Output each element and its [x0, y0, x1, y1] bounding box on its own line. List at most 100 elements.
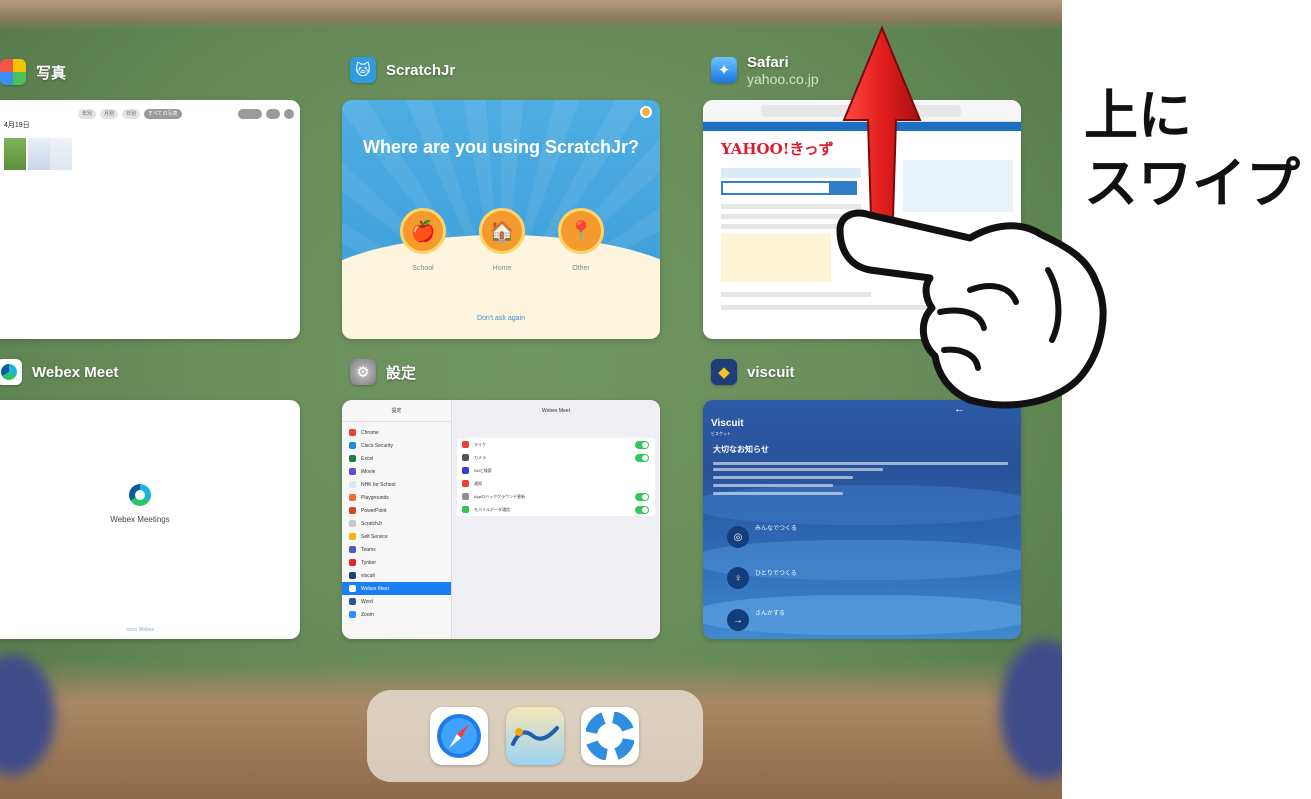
access-list: マイク カメラ Siriと検索 通知 Appのバックグラウンド更新 モバイルデー… [457, 438, 655, 516]
access-label: Appのバックグラウンド更新 [474, 493, 525, 499]
access-row-notifications[interactable]: 通知 [457, 477, 655, 490]
instruction-line-2: スワイプ [1084, 152, 1300, 215]
photos-tab[interactable]: 年別 [78, 109, 97, 119]
sidebar-item-viscuit[interactable]: viscuit [342, 569, 451, 582]
sidebar-item-playgrounds[interactable]: Playgrounds [342, 491, 451, 504]
group-create-icon[interactable]: ◎ [727, 526, 749, 548]
dont-ask-again-link[interactable]: Don't ask again [342, 315, 660, 322]
settings-gear-icon[interactable] [640, 106, 652, 118]
other-button[interactable]: 📍 [558, 208, 604, 254]
photos-action-pill[interactable] [238, 109, 262, 119]
sidebar-item-nhk[interactable]: NHK for School [342, 478, 451, 491]
app-header-safari[interactable]: ✦ Safari yahoo.co.jp [711, 53, 819, 87]
app-header-viscuit[interactable]: ◆ viscuit [711, 356, 795, 388]
photos-app-icon[interactable] [0, 59, 26, 85]
app-title-viscuit: viscuit [747, 363, 795, 381]
photos-tab[interactable]: 月別 [100, 109, 119, 119]
scratchjr-app-icon[interactable]: 🐱 [350, 57, 376, 83]
wave-shape [703, 485, 1021, 525]
sidebar-item-tynker[interactable]: Tynker [342, 556, 451, 569]
toggle-switch[interactable] [635, 453, 649, 462]
access-label: マイク [474, 441, 486, 447]
pointing-hand-icon [836, 209, 1107, 409]
photo-thumbnail[interactable] [4, 138, 26, 170]
photo-thumbnail[interactable] [50, 138, 72, 170]
app-header-settings[interactable]: ⚙ 設定 [350, 356, 416, 388]
safari-icon[interactable] [430, 707, 488, 765]
app-card-webex[interactable]: Webex Meetings cisco Webex [0, 400, 300, 639]
apple-icon: 🍎 [410, 220, 436, 243]
swipe-up-instruction: 上に スワイプ [1084, 82, 1300, 218]
sidebar-item-excel[interactable]: Excel [342, 452, 451, 465]
skymenu-logo-icon [511, 726, 559, 746]
app-card-photos[interactable]: 年別 月別 日別 すべての写真 4月19日 [0, 100, 300, 339]
app-card-scratchjr[interactable]: Where are you using ScratchJr? 🍎 🏠 📍 Sch… [342, 100, 660, 339]
sidebar-item-label: PowerPoint [361, 507, 387, 514]
access-row-microphone[interactable]: マイク [457, 438, 655, 451]
school-button[interactable]: 🍎 [400, 208, 446, 254]
viscuit-logo-sub: ビスケット [711, 431, 731, 436]
sidebar-item-teams[interactable]: Teams [342, 543, 451, 556]
lifebuoy-icon[interactable] [581, 707, 639, 765]
app-header-photos[interactable]: 写真 [0, 56, 66, 88]
sidebar-item-word[interactable]: Word [342, 595, 451, 608]
toggle-switch[interactable] [635, 492, 649, 501]
home-button[interactable]: 🏠 [479, 208, 525, 254]
menu-label[interactable]: みんなでつくる [755, 523, 797, 532]
fish-icon[interactable]: ◆ [711, 359, 737, 385]
yahoo-kids-logo[interactable]: YAHOO!きっず [721, 138, 834, 159]
notice-text-line [713, 462, 1008, 465]
photos-actions [238, 109, 294, 119]
app-card-settings[interactable]: 設定 Chrome Cisco Security Excel iMovie NH… [342, 400, 660, 639]
sidebar-item-label: Webex Meet [361, 585, 389, 592]
sidebar-item-self-service[interactable]: Self Service [342, 530, 451, 543]
notice-text-line [713, 468, 883, 471]
sidebar-item-imovie[interactable]: iMovie [342, 465, 451, 478]
photos-date-heading: 4月19日 [4, 122, 30, 129]
access-row-camera[interactable]: カメラ [457, 451, 655, 464]
photos-tab-all[interactable]: すべての写真 [144, 109, 182, 119]
toggle-switch[interactable] [635, 440, 649, 449]
app-header-scratchjr[interactable]: 🐱 ScratchJr [350, 54, 455, 86]
app-card-viscuit[interactable]: ← Viscuit ビスケット 大切なお知らせ ◎ みんなでつくる ♀ ひとりで… [703, 400, 1021, 639]
news-box[interactable] [721, 234, 831, 282]
photos-tab[interactable]: 日別 [122, 109, 141, 119]
sidebar-item-powerpoint[interactable]: PowerPoint [342, 504, 451, 517]
app-header-webex[interactable]: Webex Meet [0, 356, 118, 388]
home-label: Home [492, 265, 512, 272]
safari-app-icon[interactable]: ✦ [711, 57, 737, 83]
sidebar-item-cisco-security[interactable]: Cisco Security [342, 439, 451, 452]
access-row-background-refresh[interactable]: Appのバックグラウンド更新 [457, 490, 655, 503]
menu-label[interactable]: ひとりでつくる [755, 568, 797, 577]
sidebar-item-scratchjr[interactable]: ScratchJr [342, 517, 451, 530]
viscuit-logo: Viscuit [711, 418, 744, 429]
settings-detail-pane: Webex Meet マイク カメラ Siriと検索 通知 Appのバックグラウ… [452, 400, 660, 639]
notice-text-line [713, 476, 853, 479]
sidebar-item-chrome[interactable]: Chrome [342, 426, 451, 439]
arrow-right-icon[interactable]: → [727, 609, 749, 631]
webex-app-name: Webex Meetings [110, 515, 170, 524]
photo-thumbnail[interactable] [28, 138, 50, 170]
app-title-scratchjr: ScratchJr [386, 61, 456, 79]
notice-heading: 大切なお知らせ [713, 445, 769, 454]
webex-logo-icon [129, 484, 151, 506]
sidebar-item-zoom[interactable]: Zoom [342, 608, 451, 621]
photos-action-pill[interactable] [266, 109, 280, 119]
settings-detail-title: Webex Meet [542, 408, 570, 414]
webex-app-icon[interactable] [0, 359, 22, 385]
menu-label[interactable]: さんかする [755, 608, 785, 617]
search-input[interactable] [721, 181, 831, 195]
sidebar-item-label: Chrome [361, 429, 379, 436]
app-title-safari: Safari [747, 53, 789, 71]
access-label: 通知 [474, 480, 482, 486]
photos-action-pill[interactable] [284, 109, 294, 119]
sidebar-item-label: iMovie [361, 468, 376, 475]
gear-icon[interactable]: ⚙ [350, 359, 376, 385]
person-icon[interactable]: ♀ [727, 567, 749, 589]
access-row-siri[interactable]: Siriと検索 [457, 464, 655, 477]
access-row-cellular[interactable]: モバイルデータ通信 [457, 503, 655, 516]
sidebar-item-webex-meet[interactable]: Webex Meet [342, 582, 451, 595]
toggle-switch[interactable] [635, 505, 649, 514]
notice-text-line [713, 492, 843, 495]
skymenu-icon[interactable] [506, 707, 564, 765]
